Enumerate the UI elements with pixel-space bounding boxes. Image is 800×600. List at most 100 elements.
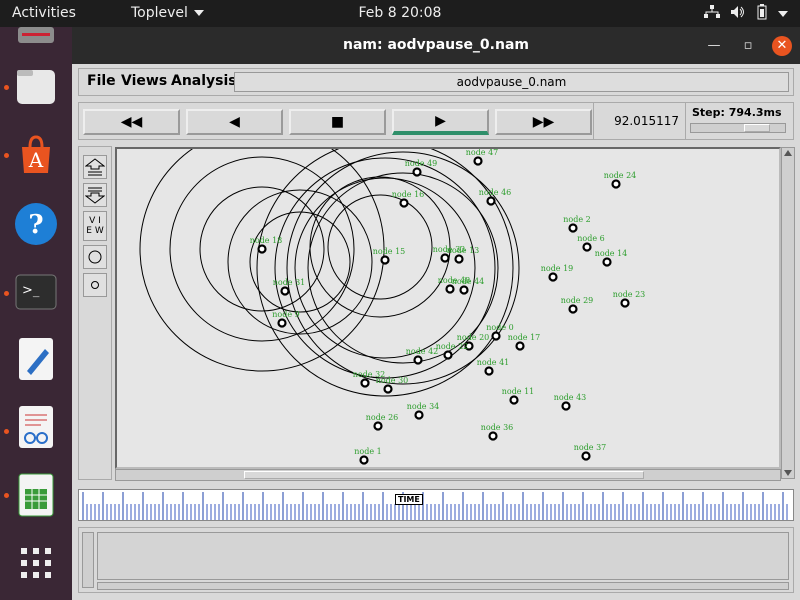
node-marker[interactable] [399, 198, 409, 208]
menu-views[interactable]: Views [121, 73, 167, 89]
menu-file[interactable]: File [87, 73, 116, 89]
annotation-vertical-scrollbar[interactable] [82, 532, 94, 588]
system-tray[interactable] [704, 4, 788, 24]
network-node[interactable]: node 24 [604, 171, 637, 189]
network-node[interactable]: node 26 [366, 413, 399, 431]
horizontal-scrollbar-thumb[interactable] [244, 471, 644, 479]
help-icon[interactable]: ? [14, 202, 58, 246]
network-node[interactable]: node 22 [436, 342, 469, 360]
network-node[interactable]: node 47 [466, 149, 499, 166]
annotation-horizontal-scrollbar[interactable] [97, 582, 789, 590]
node-marker[interactable] [440, 253, 450, 263]
network-node[interactable]: node 14 [595, 249, 628, 267]
maximize-button[interactable]: ▫ [738, 36, 758, 56]
spreadsheet-icon[interactable] [14, 473, 58, 517]
node-marker[interactable] [582, 242, 592, 252]
terminal-icon[interactable]: >_ [14, 270, 58, 314]
network-node[interactable]: node 34 [407, 402, 440, 420]
network-node[interactable]: node 9 [272, 310, 300, 328]
app-grid-icon[interactable] [14, 541, 58, 585]
play-button[interactable]: ▶ [392, 109, 489, 135]
node-marker[interactable] [445, 284, 455, 294]
software-center-icon[interactable]: A [14, 133, 58, 177]
network-node[interactable]: node 1 [354, 447, 382, 465]
vertical-scrollbar[interactable] [781, 147, 795, 479]
rewind-button[interactable]: ◀◀ [83, 109, 180, 135]
node-marker[interactable] [491, 331, 501, 341]
network-node[interactable]: node 2 [563, 215, 591, 233]
node-marker[interactable] [277, 318, 287, 328]
network-node[interactable]: node 18 [250, 236, 283, 254]
annotation-area[interactable] [97, 532, 789, 580]
node-marker[interactable] [359, 455, 369, 465]
step-slider-thumb[interactable] [744, 124, 770, 132]
network-node[interactable]: node 41 [477, 358, 510, 376]
node-marker[interactable] [454, 254, 464, 264]
node-label: node 6 [577, 234, 604, 243]
node-marker[interactable] [486, 196, 496, 206]
node-marker[interactable] [620, 298, 630, 308]
step-back-button[interactable]: ◀ [186, 109, 283, 135]
node-marker[interactable] [443, 350, 453, 360]
network-node[interactable]: node 23 [613, 290, 646, 308]
network-node[interactable]: node 17 [508, 333, 541, 351]
network-node[interactable]: node 19 [541, 264, 574, 282]
node-marker[interactable] [383, 384, 393, 394]
zoom-in-button[interactable] [83, 155, 107, 179]
node-marker[interactable] [484, 366, 494, 376]
node-marker[interactable] [488, 431, 498, 441]
view-button[interactable]: V IE W [83, 211, 107, 241]
app-menu[interactable]: Toplevel [131, 5, 204, 21]
node-marker[interactable] [561, 401, 571, 411]
node-monitor-button[interactable] [83, 245, 107, 269]
node-marker[interactable] [548, 272, 558, 282]
step-slider[interactable] [690, 123, 786, 133]
network-svg[interactable]: node 49 node 47 node 24 node 46 node 16 node … [117, 149, 779, 467]
node-marker[interactable] [568, 304, 578, 314]
node-marker[interactable] [373, 421, 383, 431]
network-node[interactable]: node 42 [406, 347, 439, 365]
files-icon[interactable] [14, 15, 58, 59]
node-marker[interactable] [412, 167, 422, 177]
network-node[interactable]: node 29 [561, 296, 594, 314]
network-node[interactable]: node 36 [481, 423, 514, 441]
network-node[interactable]: node 30 [376, 376, 409, 394]
node-marker[interactable] [515, 341, 525, 351]
node-marker[interactable] [581, 451, 591, 461]
network-node[interactable]: node 37 [574, 443, 607, 461]
network-node[interactable]: node 16 [392, 190, 425, 208]
network-node[interactable]: node 43 [554, 393, 587, 411]
files-icon[interactable] [14, 65, 58, 109]
network-node[interactable]: node 15 [373, 247, 406, 265]
title-bar[interactable]: nam: aodvpause_0.nam — ▫ ✕ [72, 27, 800, 64]
network-node[interactable]: node 44 [452, 277, 485, 295]
node-marker[interactable] [473, 156, 483, 166]
node-marker[interactable] [413, 355, 423, 365]
fast-forward-button[interactable]: ▶▶ [495, 109, 592, 135]
document-viewer-icon[interactable] [14, 405, 58, 449]
node-marker[interactable] [568, 223, 578, 233]
text-editor-icon[interactable] [14, 337, 58, 381]
stop-button[interactable]: ■ [289, 109, 386, 135]
horizontal-scrollbar[interactable] [115, 469, 781, 481]
network-node[interactable]: node 46 [479, 188, 512, 206]
node-marker[interactable] [611, 179, 621, 189]
node-label: node 31 [273, 278, 306, 287]
node-marker[interactable] [280, 286, 290, 296]
timeline[interactable]: TIME [78, 489, 794, 521]
node-marker[interactable] [257, 244, 267, 254]
menu-analysis[interactable]: Analysis [171, 73, 237, 89]
network-canvas[interactable]: node 49 node 47 node 24 node 46 node 16 node … [115, 147, 781, 469]
clock[interactable]: Feb 8 20:08 [0, 5, 800, 21]
node-marker[interactable] [360, 378, 370, 388]
node-marker[interactable] [459, 285, 469, 295]
zoom-out-button[interactable] [83, 183, 107, 207]
node-marker[interactable] [414, 410, 424, 420]
node-marker[interactable] [602, 257, 612, 267]
minimize-button[interactable]: — [704, 36, 724, 56]
close-button[interactable]: ✕ [772, 36, 792, 56]
network-node[interactable]: node 11 [502, 387, 535, 405]
node-marker[interactable] [509, 395, 519, 405]
small-node-button[interactable] [83, 273, 107, 297]
node-marker[interactable] [380, 255, 390, 265]
